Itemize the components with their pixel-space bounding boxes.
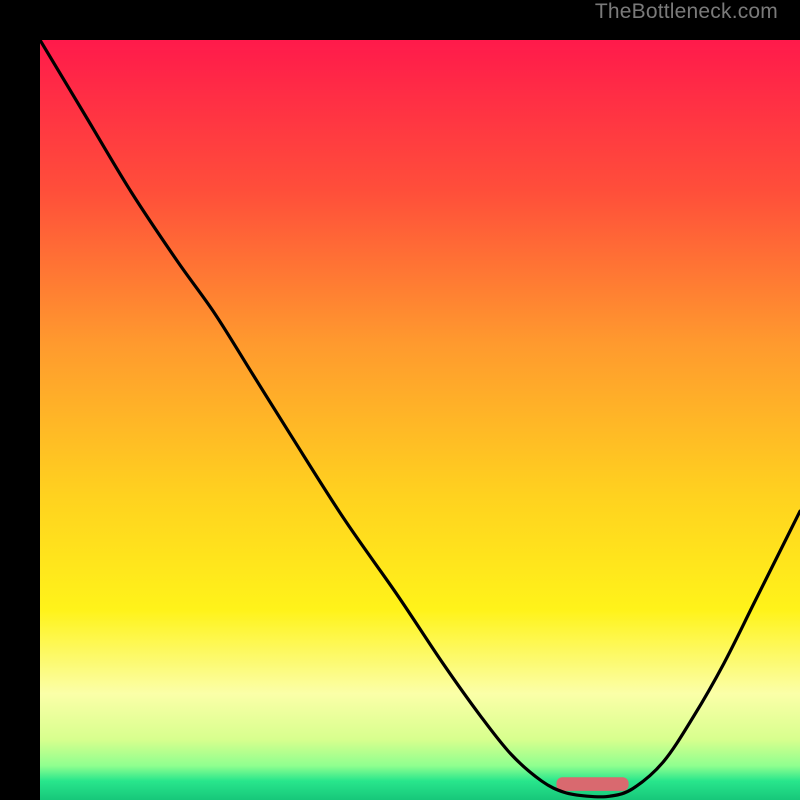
gradient-background — [40, 40, 800, 800]
plot-area — [40, 40, 800, 800]
watermark-label: TheBottleneck.com — [595, 0, 778, 24]
chart-frame — [20, 20, 780, 780]
bottleneck-chart — [40, 40, 800, 800]
optimal-range-marker — [556, 777, 628, 791]
